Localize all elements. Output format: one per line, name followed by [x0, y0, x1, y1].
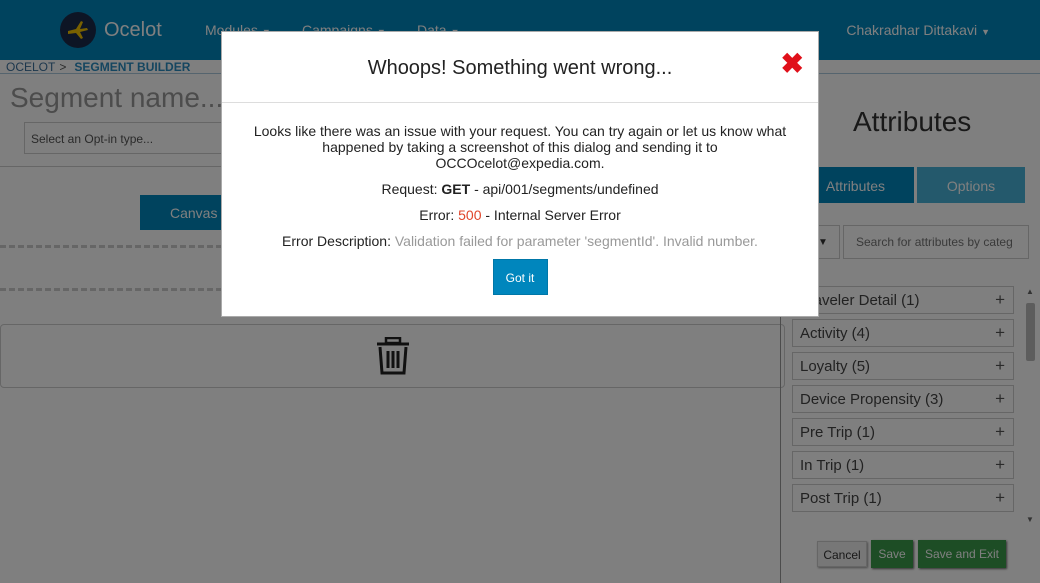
error-text: - Internal Server Error — [485, 207, 621, 223]
error-dialog: Whoops! Something went wrong... ✖ Looks … — [221, 31, 819, 317]
request-path: - api/001/segments/undefined — [474, 181, 659, 197]
error-line: Error: 500 - Internal Server Error — [250, 207, 790, 223]
request-line: Request: GET - api/001/segments/undefine… — [250, 181, 790, 197]
dialog-title: Whoops! Something went wrong... — [367, 57, 673, 79]
dialog-body: Looks like there was an issue with your … — [222, 103, 818, 295]
request-label: Request: — [381, 181, 438, 197]
got-it-button[interactable]: Got it — [492, 259, 548, 295]
dialog-header: Whoops! Something went wrong... ✖ — [222, 32, 818, 103]
close-icon[interactable]: ✖ — [781, 47, 804, 80]
error-code: 500 — [458, 207, 482, 223]
error-label: Error: — [419, 207, 455, 223]
request-method: GET — [441, 181, 471, 197]
error-message: Looks like there was an issue with your … — [253, 123, 787, 171]
description-value: Validation failed for parameter 'segment… — [394, 233, 758, 249]
description-line: Error Description: Validation failed for… — [250, 233, 790, 249]
description-label: Error Description: — [282, 233, 391, 249]
